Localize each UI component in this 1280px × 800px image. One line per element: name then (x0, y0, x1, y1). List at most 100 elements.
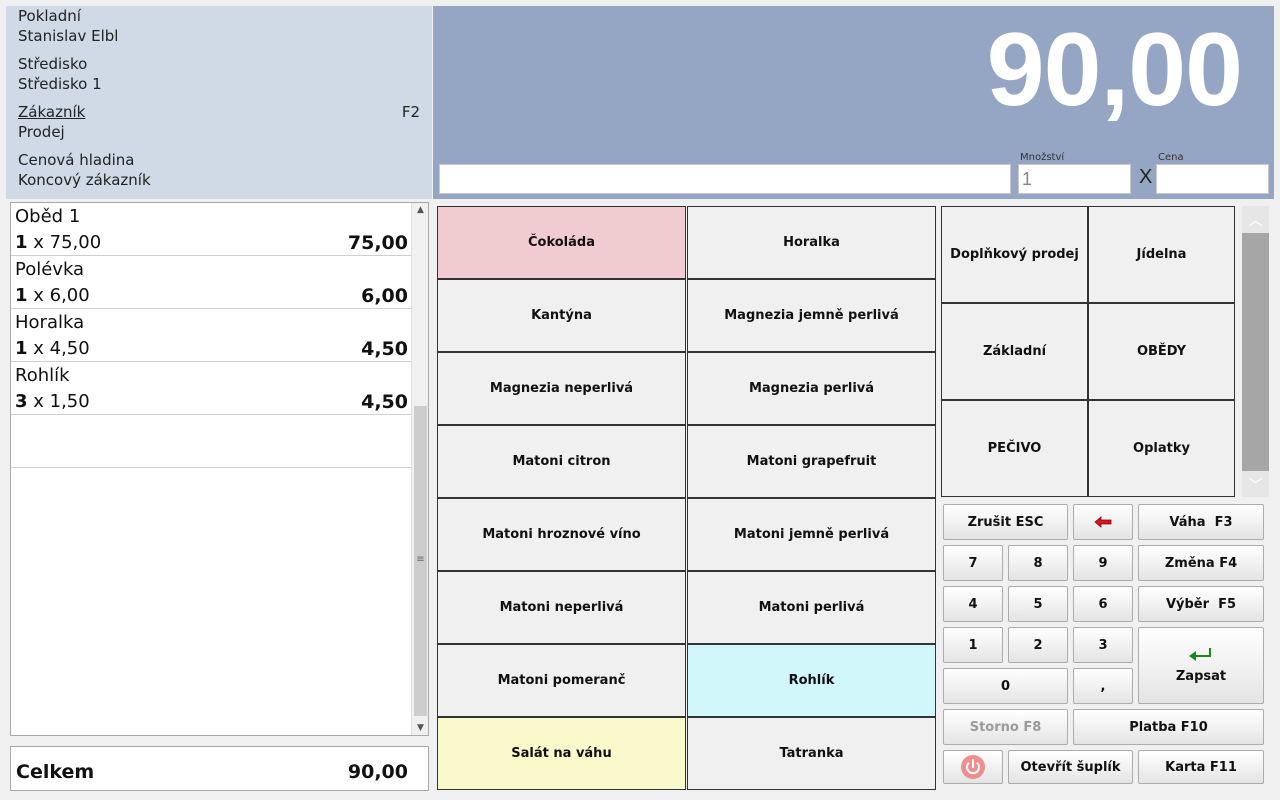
product-button[interactable]: Čokoláda (437, 206, 686, 279)
category-scrollbar[interactable]: ︿ ﹀ (1242, 206, 1269, 497)
power-button[interactable] (943, 750, 1003, 784)
product-button[interactable]: Matoni perlivá (687, 571, 936, 644)
key-7[interactable]: 7 (943, 545, 1003, 581)
backspace-button[interactable] (1073, 504, 1133, 540)
total-amount-display: 90,00 (986, 12, 1243, 128)
item-name: Polévka (15, 259, 85, 280)
grip-icon: ≡ (416, 554, 425, 565)
item-name: Horalka (15, 312, 85, 333)
cashier-label: Pokladní (18, 7, 81, 25)
key-3[interactable]: 3 (1073, 627, 1133, 663)
product-button[interactable]: Magnezia jemně perlivá (687, 279, 936, 352)
price-level-value: Koncový zákazník (18, 171, 151, 189)
key-1[interactable]: 1 (943, 627, 1003, 663)
scroll-down-icon[interactable]: ▼ (412, 723, 429, 733)
total-value: 90,00 (347, 761, 408, 783)
category-button[interactable]: Jídelna (1088, 206, 1235, 303)
key-5[interactable]: 5 (1008, 586, 1068, 622)
payment-button[interactable]: Platba F10 (1073, 709, 1264, 745)
product-button[interactable]: Kantýna (437, 279, 686, 352)
item-sum: 4,50 (361, 391, 408, 413)
item-sum: 6,00 (361, 285, 408, 307)
item-qty: 1 (15, 232, 28, 253)
item-quantity: 1 x 75,00 (15, 232, 101, 253)
quantity-label: Množství (1020, 152, 1065, 163)
receipt-list[interactable]: Oběd 1 1 x 75,00 75,00 Polévka 1 x 6,00 … (10, 202, 429, 736)
product-button[interactable]: Magnezia neperlivá (437, 352, 686, 425)
cancel-button[interactable]: Zrušit ESC (943, 504, 1068, 540)
key-9[interactable]: 9 (1073, 545, 1133, 581)
category-button[interactable]: PEČIVO (941, 400, 1088, 497)
total-box: Celkem 90,00 (10, 746, 429, 791)
product-button[interactable]: Horalka (687, 206, 936, 279)
category-button[interactable]: Základní (941, 303, 1088, 400)
product-button[interactable]: Matoni grapefruit (687, 425, 936, 498)
product-button[interactable]: Matoni neperlivá (437, 571, 686, 644)
customer-value: Prodej (18, 123, 65, 141)
item-unit-price: x 6,00 (27, 285, 90, 306)
item-quantity: 1 x 4,50 (15, 338, 90, 359)
item-qty: 1 (15, 285, 28, 306)
item-name: Oběd 1 (15, 206, 81, 227)
backspace-arrow-icon (1094, 516, 1112, 528)
scroll-thumb[interactable] (1242, 233, 1269, 471)
scroll-up-icon[interactable]: ▲ (412, 205, 429, 215)
total-label: Celkem (16, 761, 95, 783)
item-qty: 1 (15, 338, 28, 359)
item-unit-price: x 4,50 (27, 338, 90, 359)
storno-button[interactable]: Storno F8 (943, 709, 1068, 745)
key-0[interactable]: 0 (943, 668, 1068, 704)
item-quantity: 3 x 1,50 (15, 391, 90, 412)
key-comma[interactable]: , (1073, 668, 1133, 704)
item-unit-price: x 1,50 (27, 391, 90, 412)
product-button[interactable]: Tatranka (687, 717, 936, 790)
product-button[interactable]: Matoni pomeranč (437, 644, 686, 717)
select-button[interactable]: Výběr F5 (1138, 586, 1264, 622)
scroll-thumb[interactable]: ≡ (414, 406, 427, 716)
list-item[interactable]: Polévka 1 x 6,00 6,00 (11, 256, 412, 309)
amount-display-panel: 90,00 Množství 1 X Cena (433, 6, 1274, 199)
price-level-label: Cenová hladina (18, 151, 135, 169)
key-6[interactable]: 6 (1073, 586, 1133, 622)
receipt-scrollbar[interactable]: ▲ ≡ ▼ (411, 203, 428, 735)
price-input[interactable] (1156, 164, 1269, 194)
enter-arrow-icon (1189, 648, 1211, 661)
list-item[interactable]: Horalka 1 x 4,50 4,50 (11, 309, 412, 362)
item-qty: 3 (15, 391, 28, 412)
product-button[interactable]: Magnezia perlivá (687, 352, 936, 425)
times-sign: X (1139, 166, 1153, 188)
cashier-name: Stanislav Elbl (18, 27, 119, 45)
card-button[interactable]: Karta F11 (1138, 750, 1264, 784)
price-label: Cena (1158, 152, 1184, 163)
category-button[interactable]: Oplatky (1088, 400, 1235, 497)
chevron-up-icon[interactable]: ︿ (1242, 210, 1269, 230)
list-item[interactable]: Rohlík 3 x 1,50 4,50 (11, 362, 412, 415)
category-button[interactable]: Doplňkový prodej (941, 206, 1088, 303)
product-button[interactable]: Matoni citron (437, 425, 686, 498)
barcode-input[interactable] (439, 164, 1011, 194)
key-4[interactable]: 4 (943, 586, 1003, 622)
open-drawer-button[interactable]: Otevřít šuplík (1008, 750, 1133, 784)
center-label: Středisko (18, 55, 88, 73)
product-button[interactable]: Matoni jemně perlivá (687, 498, 936, 571)
scale-button[interactable]: Váha F3 (1138, 504, 1264, 540)
power-icon (961, 755, 985, 779)
key-8[interactable]: 8 (1008, 545, 1068, 581)
item-sum: 4,50 (361, 338, 408, 360)
category-button[interactable]: OBĚDY (1088, 303, 1235, 400)
customer-shortcut: F2 (401, 103, 420, 121)
product-button[interactable]: Matoni hroznové víno (437, 498, 686, 571)
list-item[interactable]: Oběd 1 1 x 75,00 75,00 (11, 203, 412, 256)
change-button[interactable]: Změna F4 (1138, 545, 1264, 581)
enter-button[interactable]: Zapsat (1138, 627, 1264, 704)
item-sum: 75,00 (347, 232, 408, 254)
chevron-down-icon[interactable]: ﹀ (1242, 475, 1269, 495)
product-button[interactable]: Rohlík (687, 644, 936, 717)
item-quantity: 1 x 6,00 (15, 285, 90, 306)
customer-link[interactable]: Zákazník (18, 103, 85, 121)
center-value: Středisko 1 (18, 75, 102, 93)
quantity-input[interactable]: 1 (1018, 164, 1131, 194)
enter-label: Zapsat (1175, 669, 1227, 684)
key-2[interactable]: 2 (1008, 627, 1068, 663)
product-button[interactable]: Salát na váhu (437, 717, 686, 790)
